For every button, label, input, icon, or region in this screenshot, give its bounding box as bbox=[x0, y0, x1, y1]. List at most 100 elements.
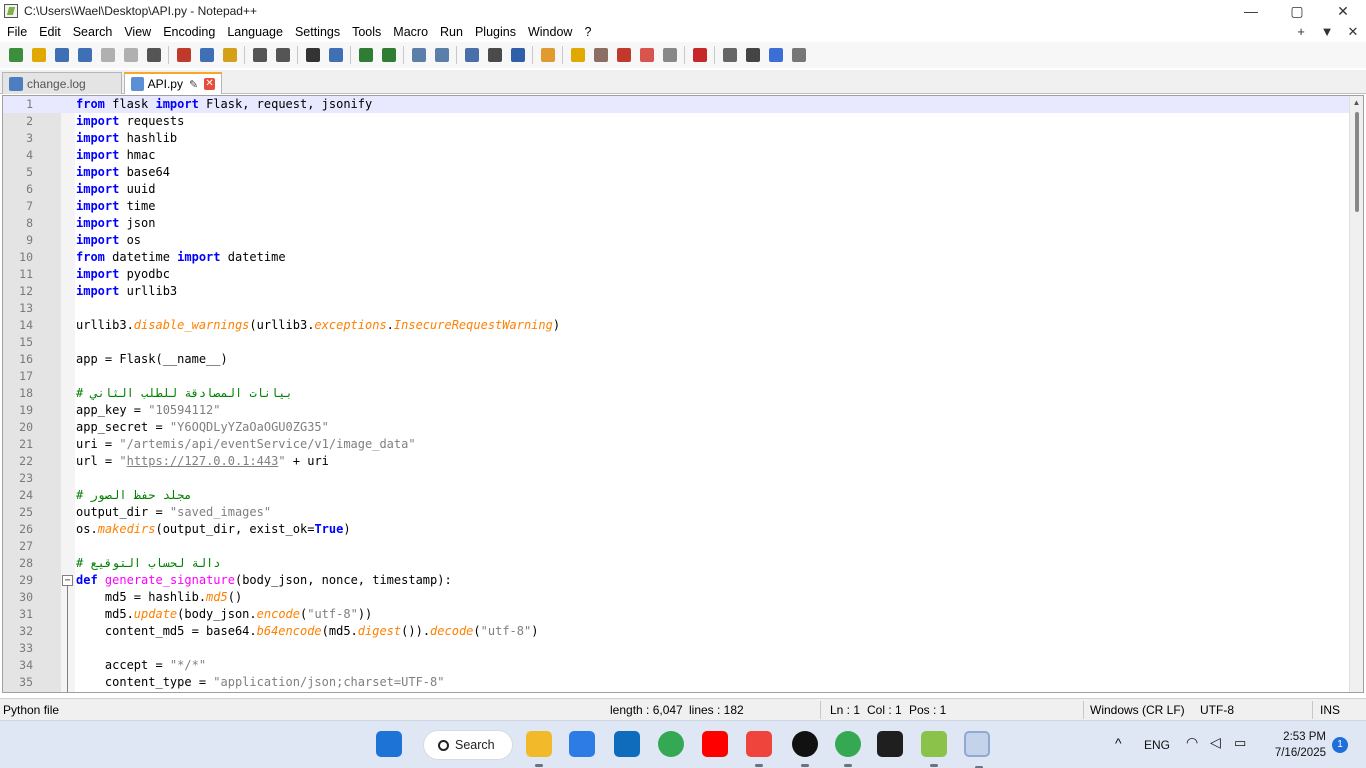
code-line[interactable]: 12 import urllib3 bbox=[3, 283, 1351, 300]
new-tab-button[interactable]: + bbox=[1288, 24, 1314, 40]
menu-help[interactable]: ? bbox=[578, 22, 597, 42]
copy-icon[interactable] bbox=[197, 45, 217, 65]
battery-icon[interactable]: ▭ bbox=[1234, 735, 1246, 751]
code-line[interactable]: 20 app_secret = "Y6OQDLyYZaOaOGU0ZG35" bbox=[3, 419, 1351, 436]
anydesk-icon[interactable] bbox=[746, 731, 772, 767]
windows-start-icon[interactable] bbox=[376, 731, 402, 757]
code-line[interactable]: 21 uri = "/artemis/api/eventService/v1/im… bbox=[3, 436, 1351, 453]
vertical-scrollbar[interactable]: ▲ bbox=[1349, 96, 1363, 692]
language-indicator[interactable]: ENG bbox=[1144, 738, 1170, 752]
tab-list-button[interactable]: ▼ bbox=[1314, 24, 1340, 40]
save-macro-icon[interactable] bbox=[789, 45, 809, 65]
code-line[interactable]: 33 bbox=[3, 640, 1351, 657]
code-editor[interactable]: 1 from flask import Flask, request, jsoni… bbox=[2, 95, 1364, 693]
code-line[interactable]: 13 bbox=[3, 300, 1351, 317]
pin-icon[interactable]: ✎ bbox=[189, 78, 198, 91]
document-map-icon[interactable] bbox=[591, 45, 611, 65]
close-icon[interactable] bbox=[98, 45, 118, 65]
code-line[interactable]: 1 from flask import Flask, request, jsoni… bbox=[3, 96, 1351, 113]
chrome-running-icon[interactable] bbox=[835, 731, 861, 767]
notepad-icon[interactable] bbox=[921, 731, 947, 767]
scroll-up-icon[interactable]: ▲ bbox=[1350, 96, 1363, 110]
menu-settings[interactable]: Settings bbox=[289, 22, 346, 42]
code-line[interactable]: 28 # دالة لحساب التوقيع bbox=[3, 555, 1351, 572]
close-tab-icon[interactable]: ✕ bbox=[204, 78, 215, 90]
menu-search[interactable]: Search bbox=[67, 22, 119, 42]
scroll-thumb[interactable] bbox=[1355, 112, 1359, 212]
sync-horizontal-icon[interactable] bbox=[432, 45, 452, 65]
code-line[interactable]: 11 import pyodbc bbox=[3, 266, 1351, 283]
sync-vertical-icon[interactable] bbox=[409, 45, 429, 65]
menu-macro[interactable]: Macro bbox=[387, 22, 434, 42]
clock[interactable]: 2:53 PM 7/16/2025 bbox=[1275, 729, 1326, 761]
redo-icon[interactable] bbox=[273, 45, 293, 65]
code-line[interactable]: 4 import hmac bbox=[3, 147, 1351, 164]
chevron-up-icon[interactable]: ^ bbox=[1115, 735, 1122, 751]
menu-plugins[interactable]: Plugins bbox=[469, 22, 522, 42]
open-file-icon[interactable] bbox=[29, 45, 49, 65]
code-line[interactable]: 8 import json bbox=[3, 215, 1351, 232]
code-line[interactable]: 6 import uuid bbox=[3, 181, 1351, 198]
document-list-icon[interactable] bbox=[614, 45, 634, 65]
print-icon[interactable] bbox=[144, 45, 164, 65]
play-macro-icon[interactable] bbox=[743, 45, 763, 65]
status-eol[interactable]: Windows (CR LF) bbox=[1090, 703, 1185, 717]
terminal-icon[interactable] bbox=[877, 731, 903, 757]
code-line[interactable]: 22 url = "https://127.0.0.1:443" + uri bbox=[3, 453, 1351, 470]
new-file-icon[interactable] bbox=[6, 45, 26, 65]
chatgpt-icon[interactable] bbox=[792, 731, 818, 767]
save-all-icon[interactable] bbox=[75, 45, 95, 65]
code-line[interactable]: 26 os.makedirs(output_dir, exist_ok=True) bbox=[3, 521, 1351, 538]
notepad-plus-plus-icon[interactable] bbox=[964, 731, 990, 768]
folder-workspace-icon[interactable] bbox=[568, 45, 588, 65]
fold-collapse-icon[interactable]: − bbox=[62, 575, 73, 586]
menu-tools[interactable]: Tools bbox=[346, 22, 387, 42]
menu-run[interactable]: Run bbox=[434, 22, 469, 42]
run-macro-multiple-icon[interactable] bbox=[766, 45, 786, 65]
notification-badge[interactable]: 1 bbox=[1332, 737, 1348, 753]
menu-window[interactable]: Window bbox=[522, 22, 578, 42]
paste-icon[interactable] bbox=[220, 45, 240, 65]
code-line[interactable]: 3 import hashlib bbox=[3, 130, 1351, 147]
youtube-icon[interactable] bbox=[702, 731, 728, 757]
code-line[interactable]: 16 app = Flask(__name__) bbox=[3, 351, 1351, 368]
close-window-button[interactable]: ✕ bbox=[1320, 0, 1366, 22]
indent-guide-icon[interactable] bbox=[508, 45, 528, 65]
code-line[interactable]: 34 accept = "*/*" bbox=[3, 657, 1351, 674]
code-line[interactable]: 19 app_key = "10594112" bbox=[3, 402, 1351, 419]
code-line[interactable]: 10 from datetime import datetime bbox=[3, 249, 1351, 266]
menu-edit[interactable]: Edit bbox=[33, 22, 67, 42]
chrome-icon[interactable] bbox=[658, 731, 684, 757]
code-line[interactable]: 27 bbox=[3, 538, 1351, 555]
tab-change-log[interactable]: change.log bbox=[2, 72, 122, 94]
code-line[interactable]: 7 import time bbox=[3, 198, 1351, 215]
word-wrap-icon[interactable] bbox=[462, 45, 482, 65]
code-line[interactable]: 9 import os bbox=[3, 232, 1351, 249]
outlook-icon[interactable] bbox=[614, 731, 640, 757]
store-icon[interactable] bbox=[569, 731, 595, 757]
code-line[interactable]: 18 # بيانات المصادقة للطلب الثاني bbox=[3, 385, 1351, 402]
code-line[interactable]: 35 content_type = "application/json;char… bbox=[3, 674, 1351, 691]
code-line[interactable]: 15 bbox=[3, 334, 1351, 351]
code-line[interactable]: 31 md5.update(body_json.encode("utf-8")) bbox=[3, 606, 1351, 623]
volume-icon[interactable]: ◁ bbox=[1210, 734, 1221, 751]
save-icon[interactable] bbox=[52, 45, 72, 65]
zoom-in-icon[interactable] bbox=[356, 45, 376, 65]
code-line[interactable]: 14 urllib3.disable_warnings(urllib3.excep… bbox=[3, 317, 1351, 334]
file-explorer-icon[interactable] bbox=[526, 731, 552, 767]
close-all-icon[interactable] bbox=[121, 45, 141, 65]
menu-view[interactable]: View bbox=[118, 22, 157, 42]
maximize-button[interactable]: ▢ bbox=[1274, 0, 1320, 22]
code-line[interactable]: 29 def generate_signature(body_json, nonc… bbox=[3, 572, 1351, 589]
doc-switcher-icon[interactable] bbox=[660, 45, 680, 65]
wifi-icon[interactable]: ◠ bbox=[1186, 734, 1198, 751]
zoom-out-icon[interactable] bbox=[379, 45, 399, 65]
stop-macro-icon[interactable] bbox=[720, 45, 740, 65]
record-macro-icon[interactable] bbox=[690, 45, 710, 65]
function-list-icon[interactable] bbox=[538, 45, 558, 65]
code-line[interactable]: 25 output_dir = "saved_images" bbox=[3, 504, 1351, 521]
taskbar-search[interactable]: Search bbox=[423, 730, 513, 760]
code-line[interactable]: 30 md5 = hashlib.md5() bbox=[3, 589, 1351, 606]
menu-language[interactable]: Language bbox=[221, 22, 289, 42]
replace-icon[interactable] bbox=[326, 45, 346, 65]
